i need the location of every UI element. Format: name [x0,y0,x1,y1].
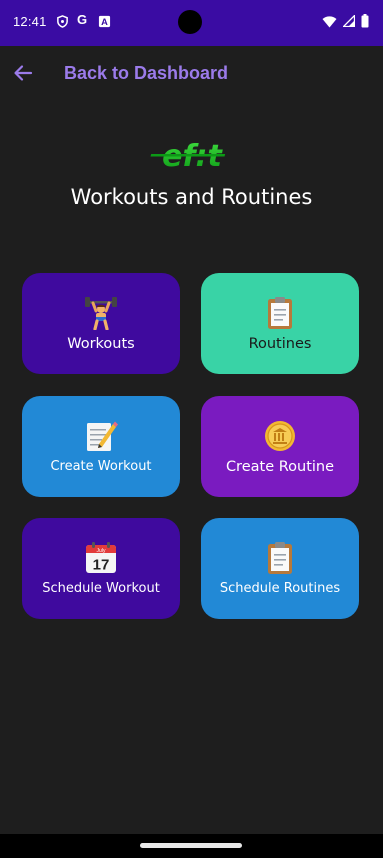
create-workout-label: Create Workout [50,459,152,474]
camera-cutout [178,10,202,34]
clipboard-icon [268,296,292,329]
status-right-icons [322,14,369,28]
schedule-workout-label: Schedule Workout [42,581,160,596]
calendar-icon: July 17 [86,542,116,574]
signal-icon [343,15,355,27]
coin-icon [265,420,295,451]
create-routine-label: Create Routine [225,458,335,475]
calendar-month: July [97,548,106,554]
shield-icon [57,15,68,28]
wifi-icon [322,15,337,27]
routines-label: Routines [248,335,312,352]
workouts-label: Workouts [67,335,135,352]
page-title: Workouts and Routines [70,185,313,209]
back-to-dashboard-link[interactable]: Back to Dashboard [64,63,228,84]
home-gesture-handle[interactable] [140,843,242,848]
status-bar: 12:41 G A [0,0,383,46]
schedule-workout-button[interactable]: July 17 Schedule Workout [22,518,180,619]
back-arrow-icon[interactable] [12,62,34,84]
schedule-routines-label: Schedule Routines [219,581,341,596]
create-routine-button[interactable]: Create Routine [201,396,359,497]
schedule-routines-button[interactable]: Schedule Routines [201,518,359,619]
google-g-icon: G [77,12,88,27]
gesture-nav-bar [0,834,383,858]
status-time: 12:41 [13,14,47,29]
top-bar: Back to Dashboard [0,50,383,98]
app-a-icon: A [98,15,111,27]
clipboard-icon [268,542,292,574]
weightlifter-icon [85,296,117,330]
memo-icon [87,421,118,451]
battery-icon [361,14,369,28]
routines-button[interactable]: Routines [201,273,359,374]
app-a-letter: A [101,17,108,27]
workouts-button[interactable]: Workouts [22,273,180,374]
create-workout-button[interactable]: Create Workout [22,396,180,497]
app-logo: ef:t [150,139,226,174]
calendar-day: 17 [93,557,110,574]
